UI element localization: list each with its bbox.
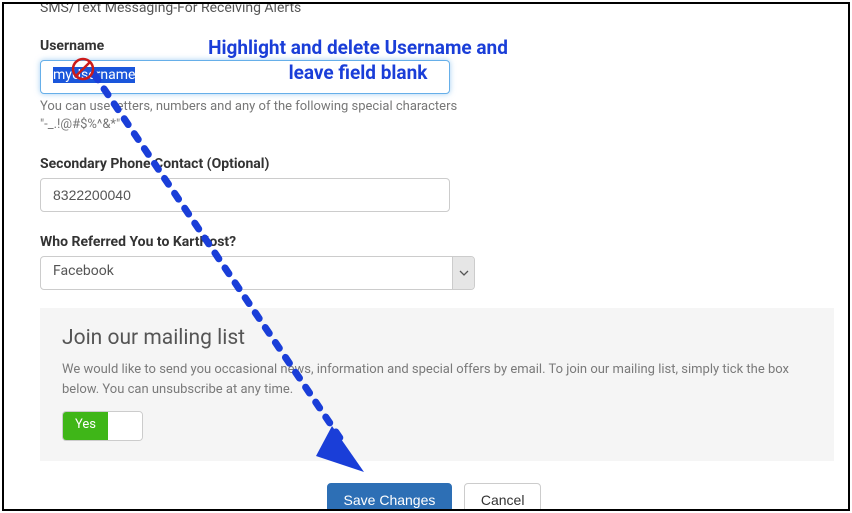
toggle-blank <box>108 412 142 440</box>
toggle-yes: Yes <box>63 412 108 440</box>
mailing-heading: Join our mailing list <box>62 326 812 350</box>
mailing-body: We would like to send you occasional new… <box>62 360 812 399</box>
username-hint: You can use letters, numbers and any of … <box>40 98 460 134</box>
username-label: Username <box>40 38 828 54</box>
username-input[interactable]: myUsername <box>40 60 450 94</box>
mailing-toggle[interactable]: Yes <box>62 411 143 441</box>
secondary-phone-input[interactable] <box>40 178 450 212</box>
chevron-down-icon[interactable] <box>452 257 474 289</box>
referral-select[interactable]: Facebook <box>40 256 475 290</box>
mailing-list-panel: Join our mailing list We would like to s… <box>40 308 834 461</box>
secondary-phone-label: Secondary Phone Contact (Optional) <box>40 156 828 172</box>
referral-label: Who Referred You to KartHost? <box>40 234 828 250</box>
cancel-button[interactable]: Cancel <box>464 483 542 511</box>
referral-value: Facebook <box>40 256 475 290</box>
save-button[interactable]: Save Changes <box>327 483 453 511</box>
username-selected-text: myUsername <box>53 67 135 83</box>
sms-section-label: SMS/Text Messaging-For Receiving Alerts <box>40 2 828 16</box>
